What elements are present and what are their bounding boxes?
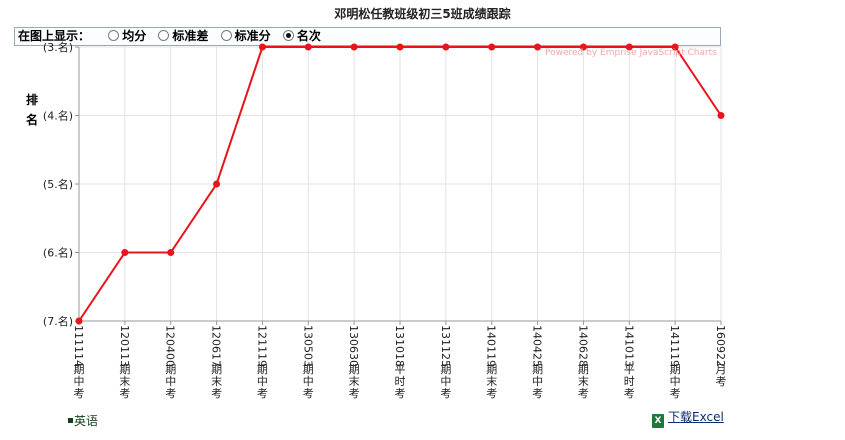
download-excel-link[interactable]: 下载Excel [668,410,724,424]
x-tick-label-exam-char: 末 [119,374,130,388]
x-tick-label-exam-char: 末 [349,374,360,388]
download-excel[interactable]: X 下载Excel [652,408,724,428]
x-tick-label-code: 140628 [576,325,589,367]
x-tick-label-exam-char: 考 [349,387,360,400]
y-tick-label: (5.名) [43,177,73,191]
x-tick-label-exam-char: 考 [74,387,85,400]
x-tick-label-exam-char: 考 [716,375,727,388]
data-point [121,249,129,256]
legend-series-label: 英语 [74,414,99,428]
x-tick-label-exam-char: 考 [440,387,451,400]
x-tick-label-code: 121119 [255,325,268,367]
data-point [442,43,450,51]
x-tick-label-exam-char: 考 [486,387,497,400]
y-tick-label: (6.名) [43,246,73,260]
data-point [534,43,542,51]
x-tick-label-code: 140425 [531,325,544,367]
data-point [488,43,496,51]
x-tick-label-exam-char: 考 [395,387,406,400]
y-tick-label: (7.名) [43,314,73,328]
x-tick-label-code: 160922 [714,325,727,367]
x-tick-label-exam-char: 考 [303,387,314,400]
x-tick-label-exam-char: 考 [165,387,176,400]
x-tick-label-code: 120113 [118,325,131,367]
data-point [350,43,358,51]
x-tick-label-code: 140119 [485,325,498,367]
x-tick-label-code: 111114 [72,325,85,367]
data-point [396,43,404,51]
x-tick-label-code: 131125 [439,325,452,367]
x-tick-label-code: 131018 [393,325,406,367]
x-tick-label-code: 130503 [301,325,314,367]
rank-line-chart: (3.名)(4.名)(5.名)(6.名)(7.名)111114期中考120113… [43,40,727,400]
x-tick-label-code: 141119 [668,325,681,367]
x-tick-label-exam-char: 末 [486,374,497,388]
x-tick-label-exam-char: 考 [624,387,635,400]
x-tick-label-exam-char: 考 [211,387,222,400]
y-tick-label: (3.名) [43,40,73,54]
x-tick-label-code: 120617 [210,325,223,367]
legend[interactable]: 英语 [68,412,98,429]
data-point [213,180,221,188]
legend-swatch [68,418,73,423]
data-point [717,112,725,119]
data-point [75,317,83,325]
chart-watermark: Powered by Emprise JavaScript Charts [545,48,717,58]
x-tick-label-exam-char: 考 [578,387,589,400]
x-tick-label-exam-char: 考 [670,387,681,400]
x-tick-label-code: 120400 [164,325,177,367]
x-tick-label-exam-char: 考 [257,387,268,400]
x-tick-label-exam-char: 末 [211,374,222,388]
x-tick-label-code: 130630 [347,325,360,367]
x-tick-label-code: 141013 [622,325,635,367]
excel-icon: X [652,414,664,428]
x-tick-label-exam-char: 考 [532,387,543,400]
data-point [304,43,312,51]
x-tick-label-exam-char: 考 [119,387,130,400]
y-tick-label: (4.名) [43,109,73,123]
data-point [167,249,175,256]
data-point [258,43,266,51]
x-tick-label-exam-char: 末 [578,374,589,388]
